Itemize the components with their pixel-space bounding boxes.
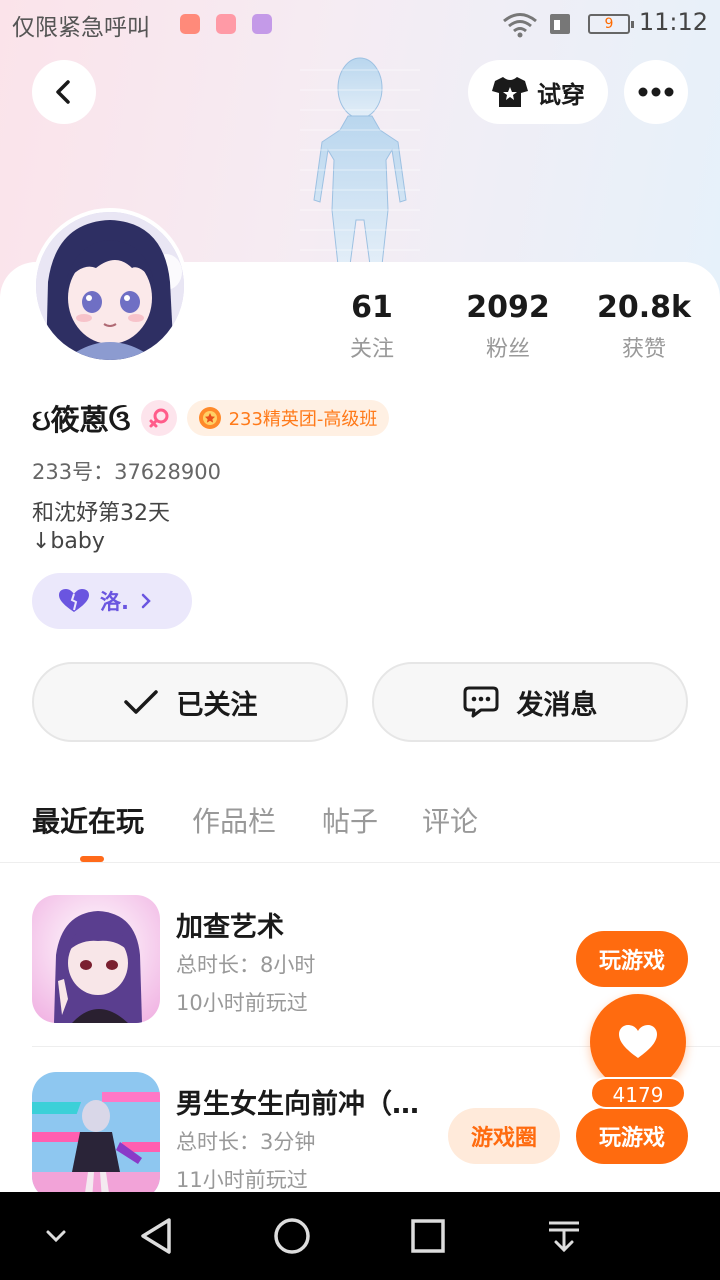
stat-label: 获赞 <box>621 337 666 362</box>
medal-icon <box>198 407 221 429</box>
stats-bar: 61 关注 2092 粉丝 20.8k 获赞 <box>320 290 720 370</box>
female-icon <box>140 400 177 436</box>
play-game-button[interactable]: 玩游戏 <box>576 1108 688 1164</box>
like-button[interactable] <box>590 994 686 1090</box>
stat-value: 20.8k <box>597 290 691 325</box>
game-duration: 总时长：3分钟 <box>176 1130 316 1154</box>
clock: 11:12 <box>638 8 708 36</box>
system-navigation-bar <box>0 1192 720 1280</box>
name-row: ઇ筱蒽ઉ 233精英团-高级班 <box>32 398 390 438</box>
stat-following[interactable]: 61 关注 <box>312 290 432 363</box>
square-recents-icon <box>411 1219 445 1253</box>
stat-label: 粉丝 <box>485 337 530 362</box>
game-duration: 总时长：8小时 <box>176 953 316 977</box>
avatar-3d-figure <box>300 57 420 265</box>
try-on-label: 试穿 <box>537 80 585 109</box>
chevron-right-icon <box>141 593 151 609</box>
heart-icon <box>619 1025 657 1058</box>
game-icon <box>32 1072 160 1200</box>
message-button[interactable]: 发消息 <box>372 662 688 742</box>
like-count: 4179 <box>590 1077 686 1109</box>
circle-home-icon <box>274 1218 310 1254</box>
game-title: 男生女生向前冲（… <box>176 1089 419 1120</box>
stat-followers[interactable]: 2092 粉丝 <box>448 290 568 363</box>
bio-line: ↓baby <box>32 529 105 554</box>
username: ઇ筱蒽ઉ <box>32 403 131 437</box>
followed-label: 已关注 <box>176 689 258 721</box>
chat-bubble-icon <box>463 686 498 718</box>
avatar[interactable] <box>32 208 188 364</box>
stat-label: 关注 <box>349 337 394 362</box>
tab-works[interactable]: 作品栏 <box>192 800 276 840</box>
cp-name: 洛. <box>100 590 129 614</box>
badge-label: 233精英团-高级班 <box>228 409 378 430</box>
game-circle-button[interactable]: 游戏圈 <box>448 1108 560 1164</box>
try-on-button[interactable]: 试穿 <box>468 60 608 124</box>
chevron-down-icon <box>46 1230 66 1243</box>
tab-posts[interactable]: 帖子 <box>322 800 378 840</box>
mail-notification-icon <box>180 14 200 34</box>
bio: 和沈妤第32天 ↓baby <box>32 500 170 556</box>
divider <box>0 862 720 863</box>
nav-recents-button[interactable] <box>404 1212 452 1260</box>
tab-recently-played[interactable]: 最近在玩 <box>32 800 144 840</box>
battery-indicator: 9 <box>588 14 634 34</box>
check-icon <box>123 690 158 714</box>
nav-home-button[interactable] <box>268 1212 316 1260</box>
followed-button[interactable]: 已关注 <box>32 662 348 742</box>
bio-line: 和沈妤第32天 <box>32 501 170 526</box>
nav-notifications-button[interactable] <box>540 1212 588 1260</box>
game-last-played: 10小时前玩过 <box>176 991 308 1015</box>
more-dots-icon <box>638 87 674 97</box>
cp-relation-tag[interactable]: 洛. <box>32 573 192 629</box>
message-label: 发消息 <box>516 689 598 721</box>
carrier-text: 仅限紧急呼叫 <box>12 15 150 41</box>
gallery-notification-icon <box>252 14 272 34</box>
stat-likes[interactable]: 20.8k 获赞 <box>584 290 704 363</box>
triangle-back-icon <box>141 1218 171 1254</box>
nav-back-button[interactable] <box>132 1212 180 1260</box>
avatar-image <box>36 212 184 360</box>
sim-icon <box>550 14 570 34</box>
chevron-left-icon <box>56 80 70 104</box>
game-title: 加查艺术 <box>176 912 284 943</box>
status-bar: 仅限紧急呼叫 9 11:12 <box>0 0 720 48</box>
shirt-icon <box>492 77 528 107</box>
stat-value: 61 <box>351 290 393 325</box>
tab-comments[interactable]: 评论 <box>422 800 478 840</box>
stat-value: 2092 <box>466 290 550 325</box>
play-game-button[interactable]: 玩游戏 <box>576 931 688 987</box>
game-icon <box>32 895 160 1023</box>
collapse-nav-button[interactable] <box>32 1212 80 1260</box>
back-button[interactable] <box>32 60 96 124</box>
pull-down-icon <box>549 1221 579 1253</box>
heart-icon <box>59 589 89 612</box>
app-notification-icon <box>216 14 236 34</box>
user-id[interactable]: 233号：37628900 <box>32 456 221 486</box>
level-badge[interactable]: 233精英团-高级班 <box>186 400 390 436</box>
game-last-played: 11小时前玩过 <box>176 1168 308 1192</box>
wifi-icon <box>503 13 537 38</box>
more-button[interactable] <box>624 60 688 124</box>
